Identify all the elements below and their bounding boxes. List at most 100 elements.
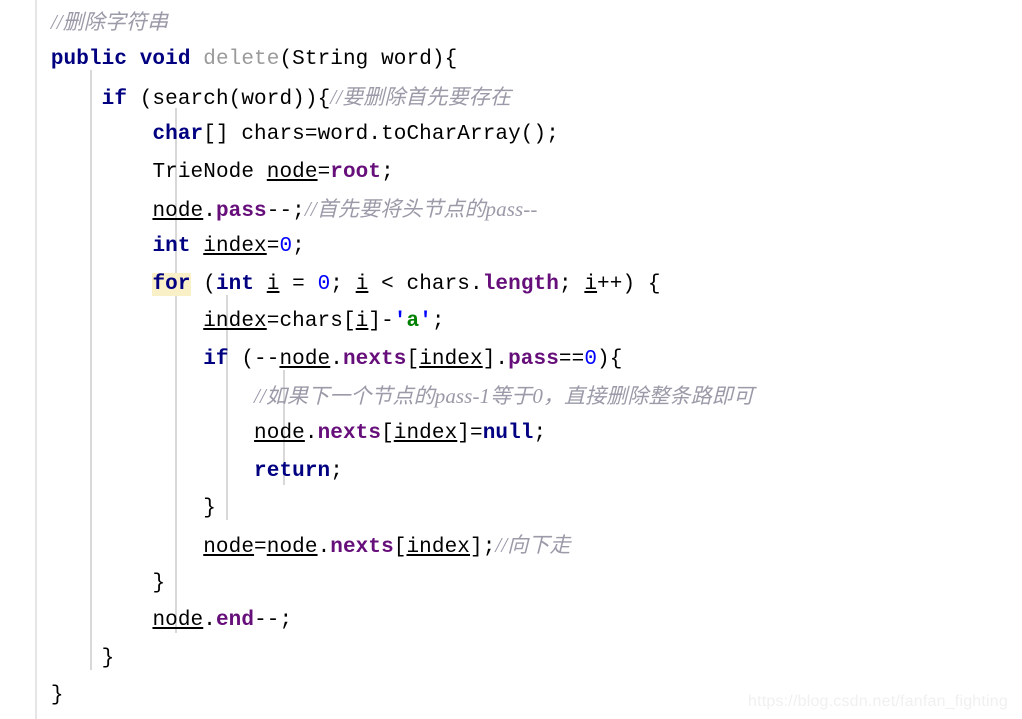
code-line-4: char[] chars=word.toCharArray();: [0, 116, 1022, 153]
char-literal-a: a: [406, 310, 420, 334]
if-condition-search: (search(word)){: [139, 87, 331, 111]
char-array-decl: [] chars=word.toCharArray();: [203, 123, 559, 147]
code-line-3: if (search(word)){//要删除首先要存在: [0, 79, 1022, 116]
dot: .: [317, 536, 331, 560]
dot: .: [330, 347, 343, 371]
code-line-13: return;: [0, 453, 1022, 490]
number-zero: 0: [317, 272, 331, 296]
local-var-node: node: [266, 160, 318, 184]
comment-head-node-pass: //首先要将头节点的pass--: [304, 196, 538, 221]
number-zero: 0: [279, 235, 293, 259]
semicolon: ;: [330, 272, 356, 296]
code-lines: //删除字符串 public void delete(String word){…: [0, 0, 1022, 714]
local-var-i: i: [266, 272, 280, 296]
decrement-op: --;: [254, 609, 293, 633]
keyword-char: char: [152, 123, 204, 147]
local-var-node: node: [266, 536, 318, 560]
code-line-12: node.nexts[index]=null;: [0, 415, 1022, 452]
keyword-return: return: [254, 459, 331, 483]
local-var-i: i: [355, 272, 369, 296]
local-var-i: i: [355, 310, 369, 334]
equality-op: ==: [558, 347, 585, 371]
quote-open: ': [393, 310, 407, 334]
paren-open: (: [190, 272, 216, 296]
dot: .: [203, 609, 216, 633]
code-snippet-viewer: //删除字符串 public void delete(String word){…: [0, 0, 1022, 719]
quote-close: ': [419, 310, 432, 334]
compare-chars: < chars.: [368, 272, 483, 296]
method-name-delete: delete: [203, 48, 280, 72]
field-nexts: nexts: [317, 422, 382, 446]
chars-access: =chars[: [266, 310, 356, 334]
keyword-null: null: [482, 422, 534, 446]
code-line-6: node.pass--;//首先要将头节点的pass--: [0, 191, 1022, 228]
field-length: length: [482, 272, 559, 296]
code-line-17: node.end--;: [0, 602, 1022, 639]
assign-op: =: [266, 235, 280, 259]
bracket-open: [: [406, 347, 420, 371]
comment-pass-minus-one: //如果下一个节点的pass-1等于0，直接删除整条路即可: [254, 383, 754, 408]
csdn-watermark: https://blog.csdn.net/fanfan_fighting: [747, 693, 1008, 710]
closing-brace-method: }: [50, 684, 64, 708]
local-var-i: i: [584, 272, 598, 296]
semicolon: ;: [292, 235, 305, 259]
decrement-op: --;: [266, 199, 305, 223]
bracket-close-assign: ]=: [457, 422, 483, 446]
semicolon: ;: [381, 160, 394, 184]
increment-and-brace: ++) {: [597, 272, 661, 296]
dot: .: [203, 199, 216, 223]
local-var-index: index: [393, 422, 458, 446]
assign-op: =: [317, 160, 331, 184]
keyword-for-highlighted: for: [152, 272, 191, 296]
dot: .: [304, 422, 318, 446]
code-line-5: TrieNode node=root;: [0, 154, 1022, 191]
keyword-if: if: [101, 87, 128, 111]
closing-brace-search-if: }: [101, 646, 115, 670]
bracket-close-semicolon: ];: [470, 536, 496, 560]
code-line-16: }: [0, 565, 1022, 602]
field-root: root: [330, 160, 382, 184]
paren-close-brace: ){: [597, 347, 623, 371]
code-line-18: }: [0, 640, 1022, 677]
bracket-close-dot: ].: [482, 347, 509, 371]
local-var-node: node: [152, 609, 204, 633]
bracket-open: [: [381, 422, 394, 446]
field-pass: pass: [215, 199, 267, 223]
closing-brace-for: }: [152, 571, 166, 595]
comment-must-exist: //要删除首先要存在: [330, 84, 511, 109]
field-nexts: nexts: [342, 347, 407, 371]
keyword-public: public: [50, 48, 128, 72]
code-line-15: node=node.nexts[index];//向下走: [0, 527, 1022, 564]
local-var-node: node: [203, 536, 255, 560]
keyword-if: if: [203, 347, 229, 371]
code-line-7: int index=0;: [0, 228, 1022, 265]
semicolon: ;: [431, 310, 445, 334]
semicolon: ;: [533, 422, 547, 446]
closing-brace-if: }: [203, 497, 216, 521]
field-nexts: nexts: [330, 536, 394, 560]
field-end: end: [215, 609, 255, 633]
code-line-2: public void delete(String word){: [0, 41, 1022, 78]
assign-op: =: [279, 272, 318, 296]
assign-op: =: [254, 536, 267, 560]
